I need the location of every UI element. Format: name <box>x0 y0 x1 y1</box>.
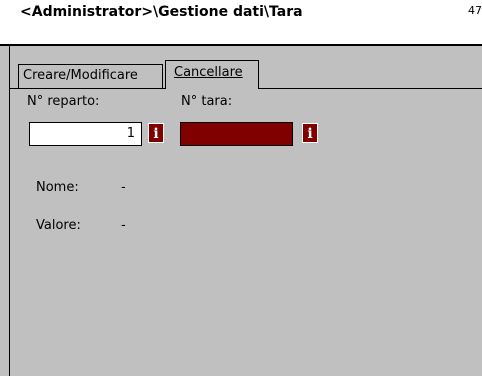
dept-number-field[interactable]: 1 <box>29 122 142 146</box>
title-bar: <Administrator>\Gestione dati\Tara 47 <box>0 0 482 46</box>
name-value: - <box>121 180 126 195</box>
tab-label: Creare/Modificare <box>23 68 138 83</box>
tare-number-field[interactable] <box>180 122 293 146</box>
value-label: Valore: <box>36 218 81 233</box>
left-border <box>9 46 10 376</box>
value-value: - <box>121 218 126 233</box>
name-label: Nome: <box>36 180 79 195</box>
window-title: <Administrator>\Gestione dati\Tara <box>20 4 303 20</box>
tab-label: Cancellare <box>174 65 243 80</box>
work-area: Creare/Modificare Cancellare N° reparto:… <box>0 46 482 376</box>
info-icon[interactable]: i <box>148 123 164 143</box>
tare-label: N° tara: <box>181 94 233 109</box>
dept-label: N° reparto: <box>27 94 100 109</box>
title-counter: 47 <box>468 4 482 17</box>
tab-creare-modificare[interactable]: Creare/Modificare <box>18 64 163 89</box>
tab-cancellare[interactable]: Cancellare <box>165 60 259 89</box>
info-icon[interactable]: i <box>302 123 318 143</box>
